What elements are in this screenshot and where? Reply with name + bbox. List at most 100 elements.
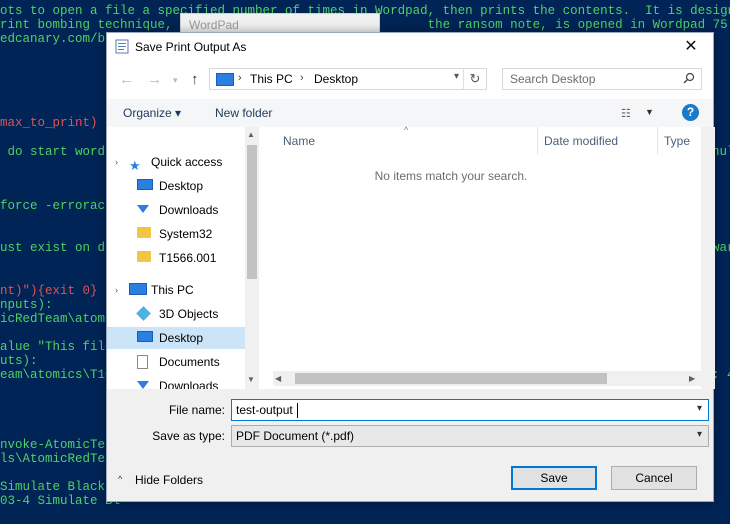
scrollbar-thumb[interactable] (295, 373, 607, 384)
address-navigation-bar: ← → ▾ ↑ › This PC › Desktop ▾ ↻ Search D… (107, 61, 713, 99)
file-list-pane: Name ^ Date modified Type No items match… (259, 125, 715, 389)
horizontal-scrollbar[interactable]: ◀ ▶ (273, 371, 701, 386)
navigation-scrollbar[interactable]: ▲ ▼ (245, 127, 259, 389)
nav-item-label: This PC (151, 283, 194, 297)
file-name-input[interactable]: test-output ▾ (231, 399, 709, 421)
console-line: uts): (0, 354, 38, 368)
column-divider[interactable] (657, 127, 658, 155)
view-options-chevron-icon[interactable]: ▼ (645, 107, 654, 117)
save-as-type-value: PDF Document (*.pdf) (236, 429, 355, 443)
nav-item-label: System32 (159, 227, 213, 241)
folder-icon (137, 227, 151, 238)
nav-item-quick-access[interactable]: › ★ Quick access (107, 151, 245, 173)
dialog-titlebar: Save Print Output As ✕ (107, 33, 713, 61)
nav-item-desktop[interactable]: Desktop (107, 327, 245, 349)
search-placeholder: Search Desktop (510, 72, 596, 86)
scroll-up-arrow-icon[interactable]: ▲ (247, 130, 255, 139)
command-toolbar: Organize ▾ New folder ☷ ▼ ? (107, 99, 713, 127)
empty-folder-message: No items match your search. (374, 169, 528, 183)
computer-icon (129, 283, 147, 295)
star-icon: ★ (129, 158, 141, 173)
search-input[interactable]: Search Desktop (502, 68, 702, 90)
chevron-down-icon[interactable]: ▾ (697, 403, 702, 414)
expand-chevron-icon[interactable]: › (115, 279, 118, 301)
nav-item-this-pc[interactable]: › This PC (107, 279, 245, 301)
console-line: force -erroracti (0, 199, 121, 213)
chevron-up-icon[interactable]: ^ (118, 474, 122, 484)
nav-item-label: Quick access (151, 155, 223, 169)
close-icon[interactable]: ✕ (669, 33, 713, 61)
expand-chevron-icon[interactable]: › (115, 151, 118, 173)
back-arrow-icon[interactable]: ← (119, 71, 134, 88)
search-icon (683, 72, 695, 84)
chevron-down-icon[interactable]: ▾ (697, 429, 702, 440)
nav-item-label: Documents (159, 355, 220, 369)
nav-item-system32[interactable]: System32 (107, 223, 245, 245)
sort-caret-icon: ^ (404, 125, 409, 135)
breadcrumb-this-pc[interactable]: This PC (250, 72, 293, 86)
file-name-label: File name: (168, 403, 225, 417)
column-header-type[interactable]: Type (664, 127, 690, 155)
change-view-icon[interactable]: ☷ (621, 107, 631, 120)
breadcrumb-desktop[interactable]: Desktop (314, 72, 358, 86)
save-as-type-select[interactable]: PDF Document (*.pdf) ▾ (231, 425, 709, 447)
help-icon[interactable]: ? (682, 104, 699, 121)
computer-icon (216, 73, 234, 86)
recent-locations-chevron-icon[interactable]: ▾ (173, 75, 178, 86)
refresh-icon[interactable]: ↻ (463, 69, 486, 89)
save-button[interactable]: Save (511, 466, 597, 490)
breadcrumb-separator: › (300, 72, 304, 84)
organize-button[interactable]: Organize ▾ (123, 106, 181, 120)
console-line: Simulate BlackBy (0, 480, 121, 494)
monitor-icon (137, 331, 153, 342)
nav-item-downloads[interactable]: Downloads (107, 199, 245, 221)
console-line: alue "This file (0, 340, 113, 354)
folder-icon (137, 251, 151, 262)
console-line: max_to_print) { (0, 116, 113, 130)
forward-arrow-icon[interactable]: → (147, 71, 162, 88)
scroll-down-arrow-icon[interactable]: ▼ (247, 375, 255, 384)
printer-document-icon (115, 39, 129, 54)
column-header-date-modified[interactable]: Date modified (544, 127, 618, 155)
cancel-button[interactable]: Cancel (611, 466, 697, 490)
nav-item-desktop[interactable]: Desktop (107, 175, 245, 197)
save-print-output-dialog: Save Print Output As ✕ ← → ▾ ↑ › This PC… (106, 32, 715, 502)
console-line: do start wordpa (0, 145, 121, 159)
up-arrow-icon[interactable]: ↑ (191, 71, 199, 88)
breadcrumb-separator: › (238, 72, 242, 84)
nav-item-documents[interactable]: Documents (107, 351, 245, 373)
file-list-scrollbar[interactable] (701, 127, 715, 389)
document-icon (137, 355, 148, 369)
console-line: icRedTeam\atomic (0, 312, 121, 326)
scrollbar-thumb[interactable] (247, 145, 257, 279)
scroll-right-arrow-icon[interactable]: ▶ (689, 374, 695, 383)
nav-item-downloads[interactable]: Downloads (107, 375, 245, 389)
dialog-title: Save Print Output As (135, 40, 247, 54)
navigation-pane: Downloads Documents Desktop 3D Objects › This… (107, 127, 259, 389)
console-line: ust exist on dis (0, 241, 121, 255)
text-caret (297, 403, 298, 418)
hide-folders-button[interactable]: Hide Folders (135, 473, 203, 487)
browser-panes: Downloads Documents Desktop 3D Objects › This… (107, 125, 715, 389)
nav-item-label: T1566.001 (159, 251, 217, 265)
console-line: nputs): (0, 298, 53, 312)
column-divider[interactable] (537, 127, 538, 155)
console-line: nt)"){exit 0} el (0, 284, 121, 298)
address-dropdown-icon[interactable]: ▾ (454, 71, 459, 82)
nav-item-3d-objects[interactable]: 3D Objects (107, 303, 245, 325)
nav-item-label: Desktop (159, 331, 204, 345)
console-line: nvoke-AtomicTest (0, 438, 121, 452)
nav-item-t1566-001[interactable]: T1566.001 (107, 247, 245, 269)
nav-item-label: Downloads (159, 379, 219, 389)
console-line: edcanary.com/bl (0, 32, 113, 46)
console-line: eam\atomics\T105 (0, 368, 121, 382)
address-bar[interactable]: › This PC › Desktop ▾ ↻ (209, 68, 487, 90)
new-folder-button[interactable]: New folder (215, 106, 272, 120)
scroll-left-arrow-icon[interactable]: ◀ (275, 374, 281, 383)
download-arrow-icon (137, 203, 149, 213)
save-as-type-label: Save as type: (152, 429, 225, 443)
column-header-name[interactable]: Name (283, 127, 315, 155)
nav-item-label: Downloads (159, 203, 219, 217)
file-name-value: test-output (236, 403, 293, 417)
download-arrow-icon (137, 379, 149, 389)
